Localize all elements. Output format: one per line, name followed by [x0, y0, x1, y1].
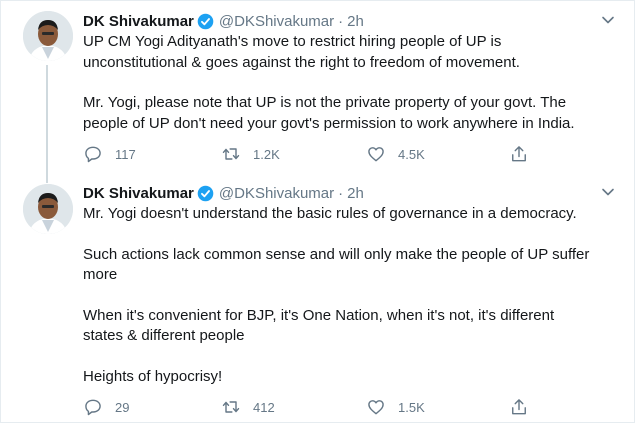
- tweet-text-line: UP CM Yogi Adityanath's move to restrict…: [83, 33, 502, 50]
- timestamp[interactable]: 2h: [347, 185, 364, 202]
- author-handle[interactable]: @DKShivakumar: [219, 13, 334, 30]
- tweet-actions: 117 1.2K 4.5K: [83, 143, 533, 165]
- avatar[interactable]: [23, 184, 73, 234]
- retweet-count: 1.2K: [253, 146, 280, 162]
- tweet-text-line: Mr. Yogi doesn't understand the basic ru…: [83, 205, 577, 222]
- share-button[interactable]: [509, 396, 529, 418]
- tweet-thread: DK Shivakumar @DKShivakumar · 2h UP CM Y…: [0, 0, 635, 423]
- tweet-text-line: more: [83, 266, 118, 283]
- tweet-text-line: unconstitutional & goes against the righ…: [83, 53, 520, 71]
- tweet-text-line: Heights of hypocrisy!: [83, 367, 223, 385]
- retweet-icon: [222, 148, 240, 160]
- like-count: 1.5K: [398, 399, 425, 415]
- chevron-down-icon[interactable]: [600, 12, 616, 28]
- tweet-text: UP CM Yogi Adityanath's move to restrict…: [83, 32, 622, 134]
- tweet-text-line: states & different people: [83, 327, 245, 344]
- retweet-button[interactable]: 1.2K: [221, 143, 280, 165]
- retweet-icon: [222, 401, 240, 413]
- retweet-count: 412: [253, 399, 275, 415]
- chevron-down-icon[interactable]: [600, 184, 616, 200]
- tweet-header: DK Shivakumar @DKShivakumar · 2h: [83, 10, 622, 32]
- like-count: 4.5K: [398, 146, 425, 162]
- author-name[interactable]: DK Shivakumar: [83, 13, 194, 30]
- reply-button[interactable]: 117: [83, 143, 136, 165]
- verified-badge-icon: [197, 13, 214, 30]
- author-handle[interactable]: @DKShivakumar: [219, 185, 334, 202]
- retweet-button[interactable]: 412: [221, 396, 275, 418]
- share-icon: [512, 146, 526, 162]
- verified-badge-icon: [197, 185, 214, 202]
- timestamp[interactable]: 2h: [347, 13, 364, 30]
- tweet-text-line: Such actions lack common sense and will …: [83, 245, 590, 263]
- reply-count: 29: [115, 399, 130, 415]
- author-name[interactable]: DK Shivakumar: [83, 185, 194, 202]
- avatar[interactable]: [23, 11, 73, 61]
- tweet[interactable]: DK Shivakumar @DKShivakumar · 2h Mr. Yog…: [1, 176, 635, 423]
- reply-count: 117: [115, 146, 136, 162]
- reply-button[interactable]: 29: [83, 396, 129, 418]
- tweet[interactable]: DK Shivakumar @DKShivakumar · 2h UP CM Y…: [1, 1, 635, 183]
- share-icon: [512, 399, 526, 415]
- thread-line: [46, 65, 48, 183]
- tweet-actions: 29 412 1.5K: [83, 396, 533, 418]
- like-icon: [368, 400, 384, 415]
- share-button[interactable]: [509, 143, 529, 165]
- like-button[interactable]: 4.5K: [366, 143, 425, 165]
- like-icon: [368, 147, 384, 162]
- separator-dot: ·: [338, 12, 344, 30]
- tweet-header: DK Shivakumar @DKShivakumar · 2h: [83, 182, 622, 204]
- tweet-text: Mr. Yogi doesn't understand the basic ru…: [83, 204, 622, 387]
- like-button[interactable]: 1.5K: [366, 396, 425, 418]
- tweet-text-line: people of UP don't need your govt's perm…: [83, 114, 575, 132]
- reply-icon: [85, 399, 101, 416]
- separator-dot: ·: [338, 184, 344, 202]
- tweet-text-line: When it's convenient for BJP, it's One N…: [83, 306, 555, 324]
- reply-icon: [85, 146, 101, 163]
- tweet-text-line: Mr. Yogi, please note that UP is not the…: [83, 94, 567, 111]
